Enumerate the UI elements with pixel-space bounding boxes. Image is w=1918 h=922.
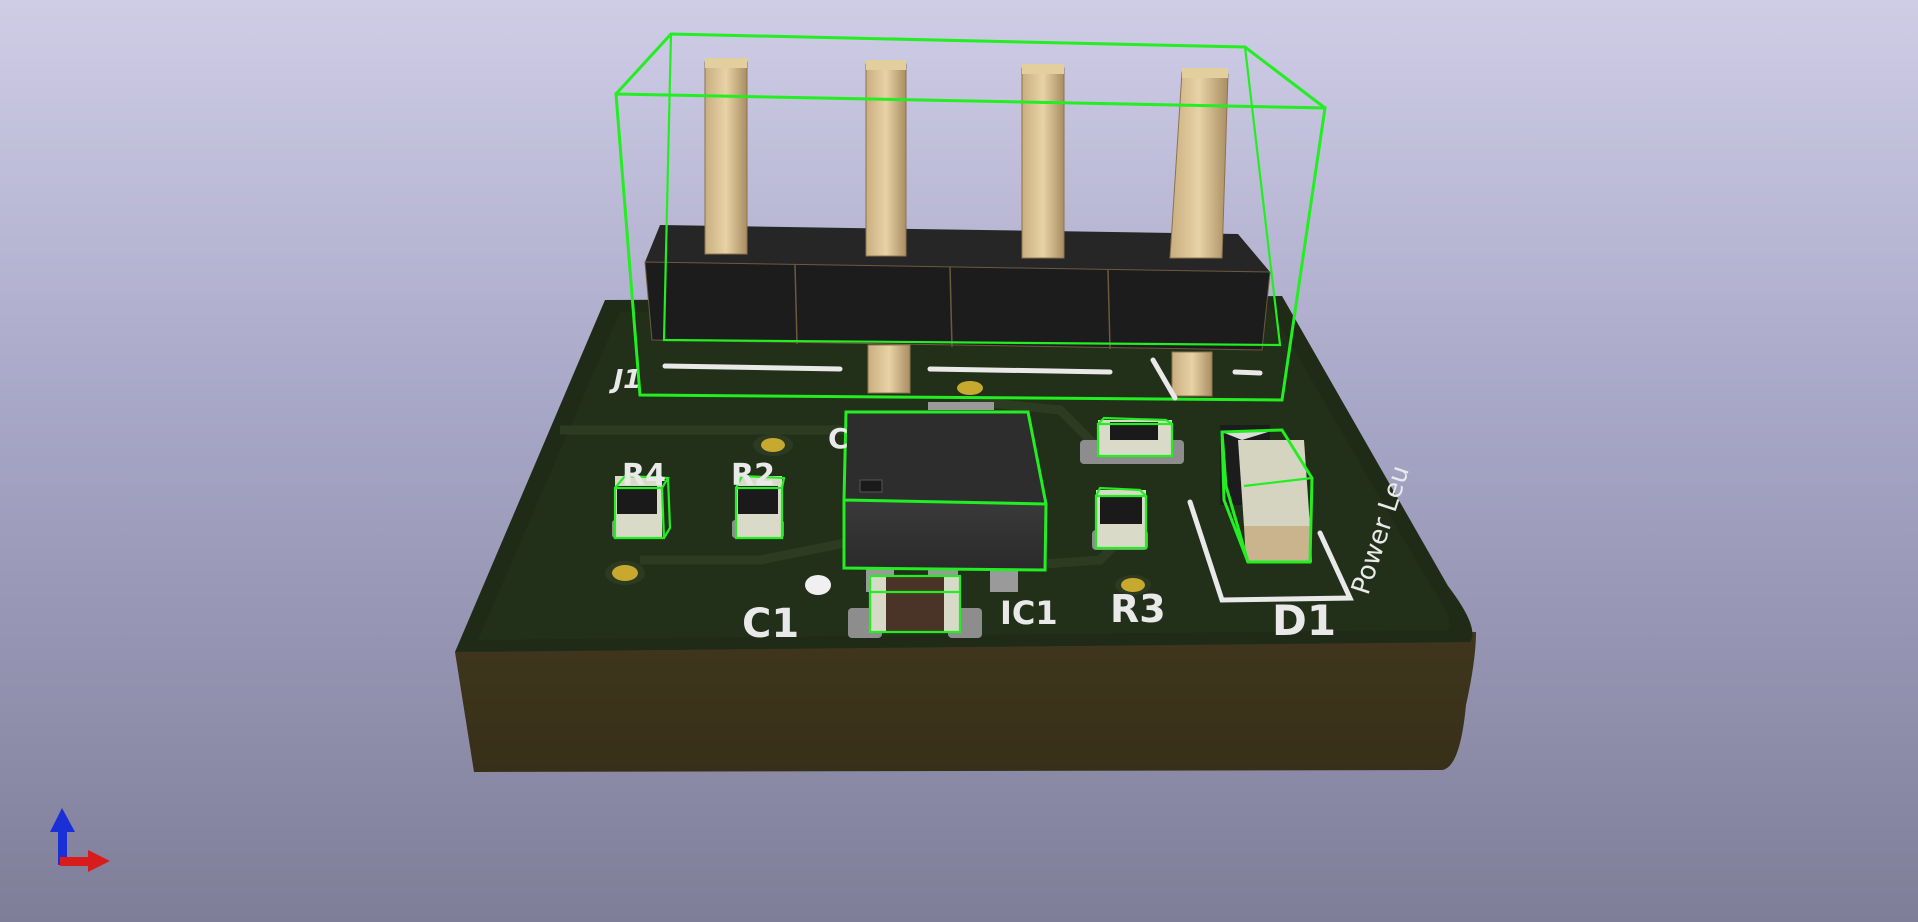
label-r4: R4 — [622, 458, 666, 493]
ic-ic1[interactable] — [842, 402, 1048, 592]
label-r2: R2 — [731, 458, 775, 493]
axis-triad — [50, 808, 110, 872]
resistor-r3[interactable] — [1092, 486, 1148, 550]
label-ic1: IC1 — [1000, 594, 1058, 632]
pcb-edge — [455, 632, 1476, 772]
label-c1: C1 — [742, 601, 799, 647]
z-axis-arrow-icon — [50, 808, 75, 865]
label-r3: R3 — [1110, 587, 1166, 631]
label-c-partial: C — [828, 422, 849, 455]
label-d1: D1 — [1272, 596, 1336, 645]
3d-viewport[interactable]: J1 R4 R2 C C1 IC1 R3 D1 Power Leu — [0, 0, 1918, 922]
j1-housing-front — [644, 261, 1271, 351]
pcb-3d-scene[interactable]: J1 R4 R2 C C1 IC1 R3 D1 Power Leu — [0, 0, 1918, 922]
x-axis-arrow-icon — [60, 850, 110, 872]
